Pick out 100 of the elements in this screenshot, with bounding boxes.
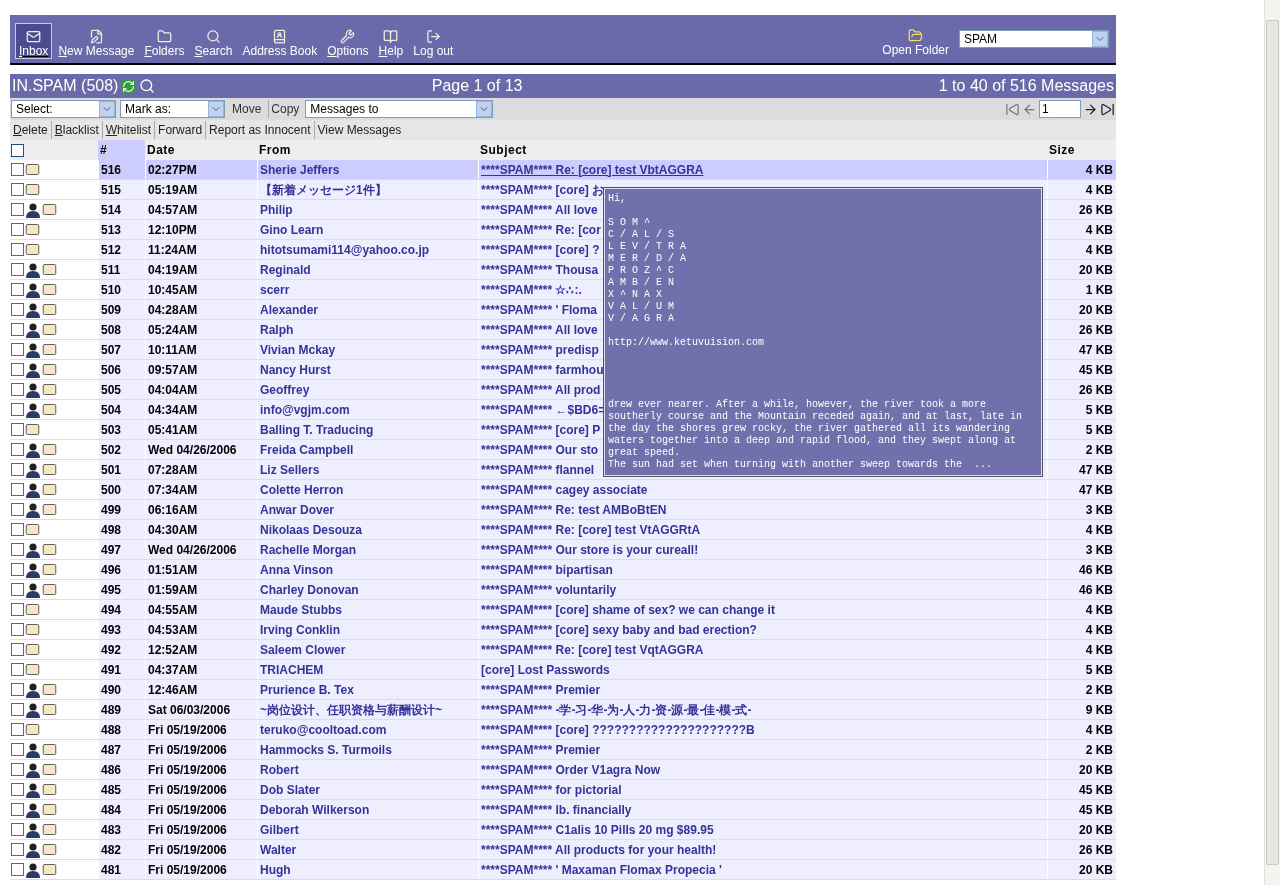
- message-row[interactable]: 487 Fri 05/19/2006 Hammocks S. Turmoils ****SPAM**** Premier 2 KB: [10, 740, 1116, 760]
- open-folder-button[interactable]: Open Folder: [882, 21, 949, 57]
- action-link[interactable]: Blacklist: [50, 121, 102, 139]
- last-page-icon[interactable]: [1100, 101, 1115, 117]
- subject-link[interactable]: ****SPAM**** [core] sexy baby and bad erection?: [481, 620, 757, 639]
- row-checkbox[interactable]: [11, 423, 24, 436]
- subject-link[interactable]: ****SPAM**** -学-习-华-为-人-力-资-源-最-佳-模-式-: [481, 700, 752, 719]
- column-header[interactable]: Date: [145, 140, 257, 160]
- subject-link[interactable]: ****SPAM**** Our store is your cureall!: [481, 540, 699, 559]
- sender-link[interactable]: Liz Sellers: [260, 460, 320, 479]
- sender-link[interactable]: Hammocks S. Turmoils: [260, 740, 392, 759]
- sender-link[interactable]: Deborah Wilkerson: [260, 800, 370, 819]
- toolbar-button[interactable]: Help: [374, 23, 408, 59]
- row-checkbox[interactable]: [11, 343, 24, 356]
- subject-link[interactable]: ****SPAM**** [core] P: [481, 420, 601, 439]
- subject-link[interactable]: ****SPAM**** [core] ?????????????????????B: [481, 720, 755, 739]
- message-row[interactable]: 496 01:51AM Anna Vinson ****SPAM**** bipartisan 46 KB: [10, 560, 1116, 580]
- subject-link[interactable]: ****SPAM**** [core] ?: [481, 240, 600, 259]
- sender-link[interactable]: Nikolaas Desouza: [260, 520, 363, 539]
- sender-link[interactable]: Vivian Mckay: [260, 340, 336, 359]
- subject-link[interactable]: ****SPAM**** Re: test AMBoBtEN: [481, 500, 667, 519]
- subject-link[interactable]: ****SPAM**** ' Maxaman Flomax Propecia ': [481, 860, 722, 879]
- select-dropdown[interactable]: Select:: [11, 100, 116, 118]
- sender-link[interactable]: Prurience B. Tex: [260, 680, 354, 699]
- sender-link[interactable]: Ralph: [260, 320, 294, 339]
- action-link[interactable]: View Messages: [313, 121, 405, 139]
- row-checkbox[interactable]: [11, 223, 24, 236]
- sender-link[interactable]: Hugh: [260, 860, 291, 879]
- sender-link[interactable]: Walter: [260, 840, 297, 859]
- select-all-checkbox[interactable]: [11, 143, 24, 157]
- subject-link[interactable]: ****SPAM**** Re: [cor: [481, 220, 601, 239]
- toolbar-button[interactable]: Address Book: [238, 23, 322, 59]
- action-link[interactable]: Forward: [154, 121, 206, 139]
- row-checkbox[interactable]: [11, 163, 24, 176]
- refresh-icon[interactable]: [122, 79, 136, 93]
- subject-link[interactable]: ****SPAM**** Re: [core] test VqtAGGRA: [481, 640, 704, 659]
- previous-page-icon[interactable]: [1022, 101, 1037, 117]
- message-row[interactable]: 516 02:27PM Sherie Jeffers ****SPAM**** Re: [core] test VbtAGGRA 4 KB: [10, 160, 1116, 180]
- sender-link[interactable]: Sherie Jeffers: [260, 160, 340, 179]
- row-checkbox[interactable]: [11, 743, 24, 756]
- row-checkbox[interactable]: [11, 843, 24, 856]
- subject-link[interactable]: ****SPAM**** ☆∴:.: [481, 280, 582, 299]
- sender-link[interactable]: Saleem Clower: [260, 640, 346, 659]
- row-checkbox[interactable]: [11, 783, 24, 796]
- subject-link[interactable]: [core] Lost Passwords: [481, 660, 610, 679]
- sender-link[interactable]: Nancy Hurst: [260, 360, 331, 379]
- sender-link[interactable]: info@vgjm.com: [260, 400, 350, 419]
- action-link[interactable]: Delete: [10, 121, 51, 139]
- row-checkbox[interactable]: [11, 483, 24, 496]
- row-checkbox[interactable]: [11, 723, 24, 736]
- row-checkbox[interactable]: [11, 603, 24, 616]
- sender-link[interactable]: Anna Vinson: [260, 560, 334, 579]
- row-checkbox[interactable]: [11, 623, 24, 636]
- sender-link[interactable]: scerr: [260, 280, 290, 299]
- subject-link[interactable]: ****SPAM**** voluntarily: [481, 580, 617, 599]
- sender-link[interactable]: Philip: [260, 200, 293, 219]
- subject-link[interactable]: ****SPAM**** Our sto: [481, 440, 599, 459]
- row-checkbox[interactable]: [11, 523, 24, 536]
- subject-link[interactable]: ****SPAM**** All prod: [481, 380, 601, 399]
- sender-link[interactable]: ~岗位设计、任职资格与薪酬设计~: [260, 700, 442, 719]
- row-checkbox[interactable]: [11, 503, 24, 516]
- folder-select[interactable]: SPAM: [959, 30, 1109, 48]
- target-folder-dropdown[interactable]: Messages to: [305, 100, 494, 118]
- page-number-field[interactable]: 1: [1039, 100, 1081, 118]
- row-checkbox[interactable]: [11, 183, 24, 196]
- row-checkbox[interactable]: [11, 363, 24, 376]
- sender-link[interactable]: Gilbert: [260, 820, 299, 839]
- sender-link[interactable]: Balling T. Traducing: [260, 420, 374, 439]
- message-row[interactable]: 490 12:46AM Prurience B. Tex ****SPAM**** Premier 2 KB: [10, 680, 1116, 700]
- sender-link[interactable]: 【新着メッセージ1件】: [260, 180, 387, 199]
- sender-link[interactable]: Anwar Dover: [260, 500, 335, 519]
- row-checkbox[interactable]: [11, 643, 24, 656]
- toolbar-button[interactable]: Options: [323, 23, 373, 59]
- sender-link[interactable]: teruko@cooltoad.com: [260, 720, 387, 739]
- mark-as-dropdown[interactable]: Mark as:: [120, 100, 225, 118]
- sender-link[interactable]: Charley Donovan: [260, 580, 359, 599]
- copy-button[interactable]: Copy: [268, 100, 302, 118]
- message-row[interactable]: 492 12:52AM Saleem Clower ****SPAM**** Re: [core] test VqtAGGRA 4 KB: [10, 640, 1116, 660]
- subject-link[interactable]: ****SPAM**** flannel: [481, 460, 595, 479]
- message-row[interactable]: 493 04:53AM Irving Conklin ****SPAM**** [core] sexy baby and bad erection? 4 KB: [10, 620, 1116, 640]
- message-row[interactable]: 491 04:37AM TRIACHEM [core] Lost Passwords 5 KB: [10, 660, 1116, 680]
- sender-link[interactable]: Rachelle Morgan: [260, 540, 357, 559]
- subject-link[interactable]: ****SPAM**** cagey associate: [481, 480, 648, 499]
- row-checkbox[interactable]: [11, 563, 24, 576]
- toolbar-button[interactable]: New Message: [54, 23, 139, 59]
- subject-link[interactable]: ****SPAM**** Premier: [481, 740, 601, 759]
- message-row[interactable]: 488 Fri 05/19/2006 teruko@cooltoad.com ****SPAM**** [core] ?????????????????????B 4 KB: [10, 720, 1116, 740]
- row-checkbox[interactable]: [11, 763, 24, 776]
- message-row[interactable]: 489 Sat 06/03/2006 ~岗位设计、任职资格与薪酬设计~ ****SPAM**** -学-习-华-为-人-力-资-源-最-佳-模-式- 9 KB: [10, 700, 1116, 720]
- move-button[interactable]: Move: [229, 100, 265, 118]
- subject-link[interactable]: ****SPAM**** All love: [481, 320, 598, 339]
- subject-link[interactable]: ****SPAM**** bipartisan: [481, 560, 613, 579]
- row-checkbox[interactable]: [11, 203, 24, 216]
- column-header[interactable]: #: [98, 140, 145, 160]
- row-checkbox[interactable]: [11, 663, 24, 676]
- sender-link[interactable]: Irving Conklin: [260, 620, 340, 639]
- subject-link[interactable]: ****SPAM**** [core] shame of sex? we can change it: [481, 600, 775, 619]
- column-header[interactable]: Subject: [478, 140, 1047, 160]
- subject-link[interactable]: ****SPAM**** [core] お: [481, 180, 605, 199]
- row-checkbox[interactable]: [11, 583, 24, 596]
